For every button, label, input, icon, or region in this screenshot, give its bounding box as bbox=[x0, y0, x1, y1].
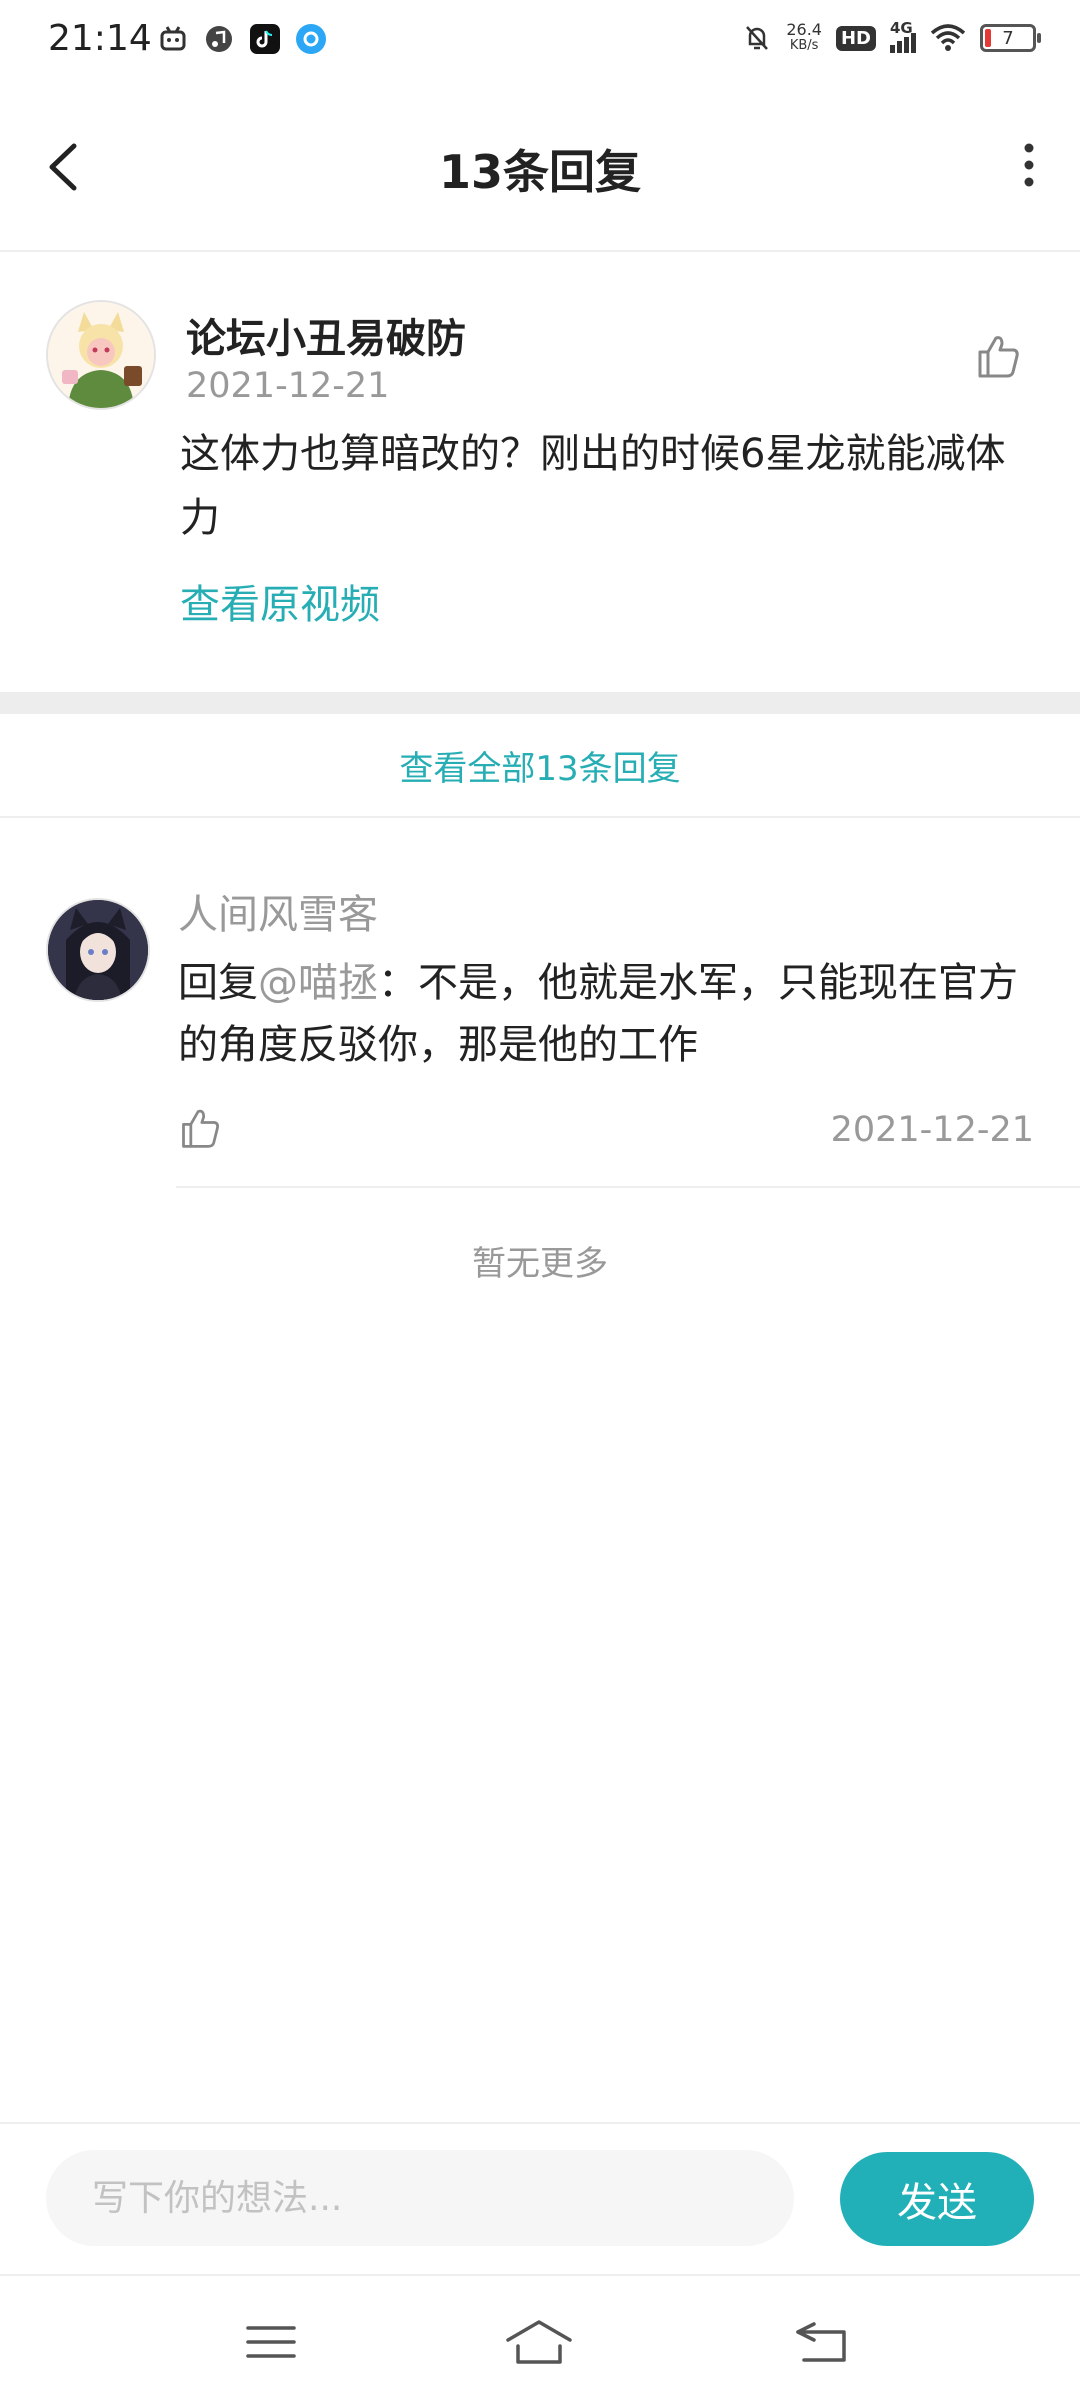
menu-icon[interactable] bbox=[236, 2312, 306, 2372]
browser-icon bbox=[296, 24, 326, 54]
view-original-link[interactable]: 查看原视频 bbox=[180, 572, 380, 630]
battery-indicator: 7 bbox=[980, 24, 1041, 52]
avatar[interactable] bbox=[46, 898, 150, 1002]
hd-badge: HD bbox=[835, 25, 876, 51]
tiktok-icon bbox=[250, 24, 280, 54]
comment-input[interactable] bbox=[46, 2150, 794, 2246]
no-more-label: 暂无更多 bbox=[472, 1244, 608, 1284]
avatar-image bbox=[48, 900, 148, 1000]
wifi-icon bbox=[930, 24, 966, 51]
status-bar: 21:14 26.4 KB/s HD 4G 7 bbox=[0, 0, 1080, 84]
status-time: 21:14 bbox=[48, 18, 152, 59]
bilibili-icon bbox=[158, 24, 188, 54]
status-app-icons bbox=[158, 24, 326, 54]
music-icon bbox=[204, 24, 234, 54]
mute-bell-icon bbox=[746, 26, 769, 50]
view-all-replies-link[interactable]: 查看全部13条回复 bbox=[0, 714, 1080, 818]
avatar-image bbox=[48, 302, 154, 408]
reply-item: 人间风雪客 回复@喵拯：不是，他就是水军，只能现在官方的角度反驳你，那是他的工作… bbox=[0, 818, 1080, 1188]
reply-date: 2021-12-21 bbox=[830, 1110, 1034, 1150]
avatar[interactable] bbox=[46, 300, 156, 410]
mention-link[interactable]: @喵拯 bbox=[258, 960, 378, 1006]
network-speed: 26.4 KB/s bbox=[786, 22, 822, 54]
section-divider bbox=[0, 692, 1080, 714]
network-speed-unit: KB/s bbox=[789, 38, 819, 53]
page-title: 13条回复 bbox=[438, 145, 641, 199]
reply-divider bbox=[176, 1186, 1080, 1188]
battery-level: 7 bbox=[1002, 27, 1014, 49]
send-button[interactable]: 发送 bbox=[840, 2152, 1034, 2246]
reply-author[interactable]: 人间风雪客 bbox=[178, 882, 378, 940]
network-speed-value: 26.4 bbox=[786, 20, 822, 39]
cellular-signal: 4G bbox=[890, 19, 916, 53]
network-type: 4G bbox=[890, 19, 913, 37]
more-options-icon[interactable] bbox=[1004, 130, 1054, 200]
reply-text: 回复@喵拯：不是，他就是水军，只能现在官方的角度反驳你，那是他的工作 bbox=[178, 952, 1028, 1076]
comment-date: 2021-12-21 bbox=[186, 366, 390, 406]
status-indicators: 26.4 KB/s HD 4G 7 bbox=[742, 19, 1041, 54]
main-comment: 论坛小丑易破防 2021-12-21 这体力也算暗改的？刚出的时候6星龙就能减体… bbox=[0, 250, 1080, 690]
comment-text: 这体力也算暗改的？刚出的时候6星龙就能减体力 bbox=[180, 431, 1006, 541]
thumbs-up-icon[interactable] bbox=[178, 1106, 222, 1150]
home-icon[interactable] bbox=[504, 2312, 574, 2372]
reply-prefix: 回复 bbox=[178, 960, 258, 1006]
thumbs-up-icon[interactable] bbox=[974, 332, 1022, 380]
comment-input-bar: 发送 bbox=[0, 2122, 1080, 2274]
top-bar: 13条回复 bbox=[0, 84, 1080, 252]
comment-author[interactable]: 论坛小丑易破防 bbox=[186, 306, 466, 364]
system-nav-bar bbox=[0, 2274, 1080, 2402]
back-icon[interactable] bbox=[788, 2312, 858, 2372]
